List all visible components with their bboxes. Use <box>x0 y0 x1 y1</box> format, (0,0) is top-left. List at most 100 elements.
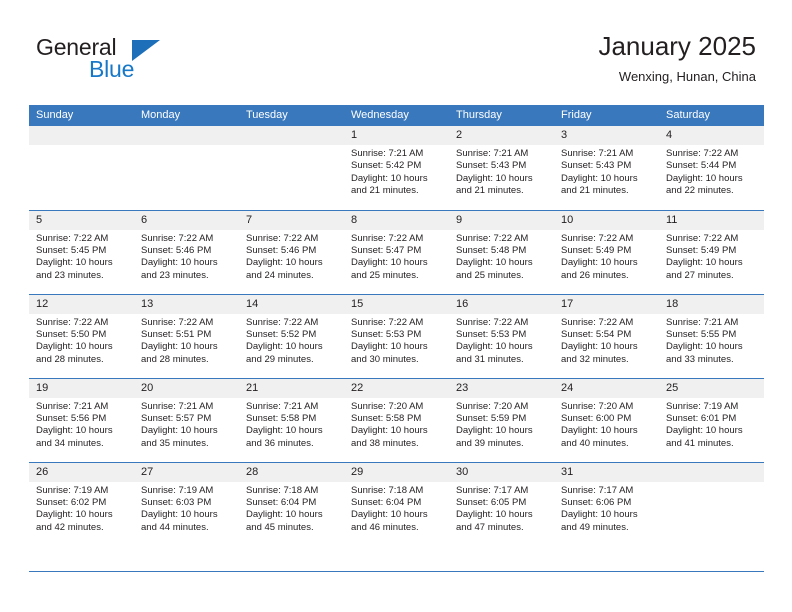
calendar-day-cell[interactable]: 3 Sunrise: 7:21 AM Sunset: 5:43 PM Daylight… <box>554 126 659 210</box>
daylight-text-line1: Daylight: 10 hours <box>141 509 218 521</box>
title-block: January 2025 Wenxing, Hunan, China <box>598 30 756 86</box>
triangle-flag-icon <box>132 40 160 61</box>
daylight-text-line1: Daylight: 10 hours <box>246 509 323 521</box>
day-sun-info: Sunrise: 7:21 AM Sunset: 5:43 PM Daylight:… <box>449 145 554 198</box>
day-sun-info: Sunrise: 7:20 AM Sunset: 5:58 PM Daylight:… <box>344 398 449 451</box>
calendar-day-cell[interactable]: 5 Sunrise: 7:22 AM Sunset: 5:45 PM Daylight… <box>29 209 134 294</box>
calendar-day-cell[interactable]: 11 Sunrise: 7:22 AM Sunset: 5:49 PM Dayligh… <box>659 209 764 294</box>
calendar-day-cell[interactable]: 23 Sunrise: 7:20 AM Sunset: 5:59 PM Dayligh… <box>449 377 554 462</box>
daylight-text-line2: and 23 minutes. <box>141 269 209 281</box>
calendar-day-cell[interactable]: 29 Sunrise: 7:18 AM Sunset: 6:04 PM Dayligh… <box>344 461 449 546</box>
daylight-text-line2: and 29 minutes. <box>246 353 314 365</box>
sunset-text: Sunset: 6:02 PM <box>36 496 107 508</box>
generalblue-logo[interactable]: General Blue <box>36 34 216 86</box>
day-number <box>29 126 134 145</box>
calendar-day-cell[interactable]: 19 Sunrise: 7:21 AM Sunset: 5:56 PM Dayligh… <box>29 377 134 462</box>
sunrise-text: Sunrise: 7:22 AM <box>351 316 424 328</box>
calendar-day-cell[interactable]: 14 Sunrise: 7:22 AM Sunset: 5:52 PM Dayligh… <box>239 293 344 378</box>
day-sun-info: Sunrise: 7:22 AM Sunset: 5:46 PM Daylight:… <box>134 230 239 283</box>
calendar-week-row: 12 Sunrise: 7:22 AM Sunset: 5:50 PM Dayligh… <box>29 293 764 378</box>
sunset-text: Sunset: 6:06 PM <box>561 496 632 508</box>
calendar-week-row: 1 Sunrise: 7:21 AM Sunset: 5:42 PM Daylight… <box>29 126 764 210</box>
sunset-text: Sunset: 6:04 PM <box>351 496 422 508</box>
sunrise-text: Sunrise: 7:22 AM <box>666 232 739 244</box>
calendar-day-cell[interactable]: 25 Sunrise: 7:19 AM Sunset: 6:01 PM Dayligh… <box>659 377 764 462</box>
calendar-page: General Blue January 2025 Wenxing, Hunan… <box>0 0 792 612</box>
daylight-text-line1: Daylight: 10 hours <box>666 257 743 269</box>
sunrise-text: Sunrise: 7:22 AM <box>351 232 424 244</box>
day-number: 9 <box>449 210 554 230</box>
daylight-text-line1: Daylight: 10 hours <box>561 257 638 269</box>
daylight-text-line2: and 33 minutes. <box>666 353 734 365</box>
sunset-text: Sunset: 5:44 PM <box>666 160 737 172</box>
day-number: 28 <box>239 462 344 482</box>
daylight-text-line1: Daylight: 10 hours <box>36 509 113 521</box>
calendar-empty-cell <box>659 461 764 546</box>
calendar-empty-cell <box>239 126 344 210</box>
sunset-text: Sunset: 6:05 PM <box>456 496 527 508</box>
daylight-text-line2: and 21 minutes. <box>351 185 419 197</box>
calendar-day-cell[interactable]: 20 Sunrise: 7:21 AM Sunset: 5:57 PM Dayligh… <box>134 377 239 462</box>
sunset-text: Sunset: 5:45 PM <box>36 244 107 256</box>
daylight-text-line2: and 47 minutes. <box>456 521 524 533</box>
page-header: General Blue January 2025 Wenxing, Hunan… <box>0 0 792 100</box>
sunrise-text: Sunrise: 7:22 AM <box>561 316 634 328</box>
day-sun-info: Sunrise: 7:22 AM Sunset: 5:48 PM Daylight:… <box>449 230 554 283</box>
day-sun-info: Sunrise: 7:22 AM Sunset: 5:45 PM Daylight:… <box>29 230 134 283</box>
calendar-day-cell[interactable]: 31 Sunrise: 7:17 AM Sunset: 6:06 PM Dayligh… <box>554 461 659 546</box>
calendar-day-cell[interactable]: 12 Sunrise: 7:22 AM Sunset: 5:50 PM Dayligh… <box>29 293 134 378</box>
calendar-day-cell[interactable]: 15 Sunrise: 7:22 AM Sunset: 5:53 PM Dayligh… <box>344 293 449 378</box>
day-number: 29 <box>344 462 449 482</box>
sunset-text: Sunset: 5:43 PM <box>561 160 632 172</box>
daylight-text-line1: Daylight: 10 hours <box>561 172 638 184</box>
sunset-text: Sunset: 5:50 PM <box>36 328 107 340</box>
sunrise-text: Sunrise: 7:19 AM <box>666 400 739 412</box>
calendar-day-cell[interactable]: 22 Sunrise: 7:20 AM Sunset: 5:58 PM Dayligh… <box>344 377 449 462</box>
day-number: 10 <box>554 210 659 230</box>
daylight-text-line2: and 28 minutes. <box>36 353 104 365</box>
page-subtitle: Wenxing, Hunan, China <box>618 69 756 84</box>
sunset-text: Sunset: 5:49 PM <box>666 244 737 256</box>
sunrise-text: Sunrise: 7:19 AM <box>141 484 214 496</box>
day-sun-info: Sunrise: 7:19 AM Sunset: 6:01 PM Daylight:… <box>659 398 764 451</box>
calendar-day-cell[interactable]: 6 Sunrise: 7:22 AM Sunset: 5:46 PM Daylight… <box>134 209 239 294</box>
weekday-header-tuesday: Tuesday <box>239 105 344 126</box>
calendar-day-cell[interactable]: 24 Sunrise: 7:20 AM Sunset: 6:00 PM Dayligh… <box>554 377 659 462</box>
sunset-text: Sunset: 5:58 PM <box>246 412 317 424</box>
logo-text-blue: Blue <box>89 56 135 82</box>
calendar-day-cell[interactable]: 4 Sunrise: 7:22 AM Sunset: 5:44 PM Daylight… <box>659 126 764 210</box>
sunrise-text: Sunrise: 7:21 AM <box>561 148 634 159</box>
daylight-text-line1: Daylight: 10 hours <box>456 257 533 269</box>
calendar-empty-cell <box>29 126 134 210</box>
calendar-day-cell[interactable]: 17 Sunrise: 7:22 AM Sunset: 5:54 PM Dayligh… <box>554 293 659 378</box>
calendar-day-cell[interactable]: 18 Sunrise: 7:21 AM Sunset: 5:55 PM Dayligh… <box>659 293 764 378</box>
day-sun-info: Sunrise: 7:22 AM Sunset: 5:54 PM Daylight:… <box>554 314 659 367</box>
calendar-day-cell[interactable]: 2 Sunrise: 7:21 AM Sunset: 5:43 PM Daylight… <box>449 126 554 210</box>
calendar-day-cell[interactable]: 10 Sunrise: 7:22 AM Sunset: 5:49 PM Dayligh… <box>554 209 659 294</box>
calendar-day-cell[interactable]: 27 Sunrise: 7:19 AM Sunset: 6:03 PM Dayligh… <box>134 461 239 546</box>
sunset-text: Sunset: 5:53 PM <box>351 328 422 340</box>
calendar-day-cell[interactable]: 30 Sunrise: 7:17 AM Sunset: 6:05 PM Dayligh… <box>449 461 554 546</box>
calendar-day-cell[interactable]: 9 Sunrise: 7:22 AM Sunset: 5:48 PM Daylight… <box>449 209 554 294</box>
weekday-header-wednesday: Wednesday <box>344 105 449 126</box>
day-number: 16 <box>449 294 554 314</box>
day-sun-info: Sunrise: 7:19 AM Sunset: 6:02 PM Daylight:… <box>29 482 134 535</box>
calendar-day-cell[interactable]: 7 Sunrise: 7:22 AM Sunset: 5:46 PM Daylight… <box>239 209 344 294</box>
day-number: 6 <box>134 210 239 230</box>
sunset-text: Sunset: 6:04 PM <box>246 496 317 508</box>
calendar-day-cell[interactable]: 1 Sunrise: 7:21 AM Sunset: 5:42 PM Daylight… <box>344 126 449 210</box>
calendar-day-cell[interactable]: 8 Sunrise: 7:22 AM Sunset: 5:47 PM Daylight… <box>344 209 449 294</box>
daylight-text-line1: Daylight: 10 hours <box>666 341 743 353</box>
sunset-text: Sunset: 5:56 PM <box>36 412 107 424</box>
daylight-text-line1: Daylight: 10 hours <box>351 341 428 353</box>
daylight-text-line2: and 41 minutes. <box>666 437 734 449</box>
daylight-text-line2: and 25 minutes. <box>456 269 524 281</box>
weekday-header-saturday: Saturday <box>659 105 764 126</box>
calendar-day-cell[interactable]: 21 Sunrise: 7:21 AM Sunset: 5:58 PM Dayligh… <box>239 377 344 462</box>
calendar-day-cell[interactable]: 28 Sunrise: 7:18 AM Sunset: 6:04 PM Dayligh… <box>239 461 344 546</box>
calendar-day-cell[interactable]: 13 Sunrise: 7:22 AM Sunset: 5:51 PM Dayligh… <box>134 293 239 378</box>
sunset-text: Sunset: 5:43 PM <box>456 160 527 172</box>
daylight-text-line2: and 31 minutes. <box>456 353 524 365</box>
calendar-day-cell[interactable]: 26 Sunrise: 7:19 AM Sunset: 6:02 PM Dayligh… <box>29 461 134 546</box>
calendar-day-cell[interactable]: 16 Sunrise: 7:22 AM Sunset: 5:53 PM Dayligh… <box>449 293 554 378</box>
